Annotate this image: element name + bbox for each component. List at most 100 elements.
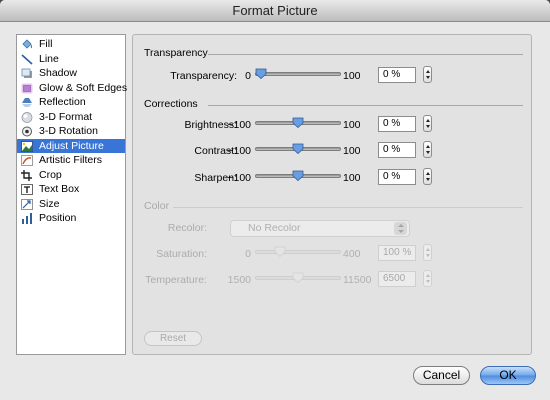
- sidebar-item-size[interactable]: Size: [17, 197, 125, 212]
- adjust-picture-icon: [21, 140, 33, 152]
- arrow-up-icon: [425, 274, 430, 277]
- contrast-stepper[interactable]: [423, 141, 432, 158]
- sidebar-item-label: Shadow: [39, 67, 77, 79]
- transparency-section-title: Transparency: [144, 47, 208, 59]
- paint-bucket-icon: [22, 39, 32, 49]
- arrow-up-icon: [425, 70, 430, 73]
- temperature-stepper[interactable]: [423, 270, 432, 287]
- ok-button[interactable]: OK: [480, 366, 536, 385]
- transparency-field[interactable]: 0 %: [378, 67, 416, 83]
- arrow-down-icon: [425, 76, 430, 79]
- cancel-button[interactable]: Cancel: [413, 366, 470, 385]
- sidebar-item-label: Adjust Picture: [39, 139, 104, 152]
- sidebar-item-label: Crop: [39, 168, 62, 181]
- arrow-down-icon: [425, 280, 430, 283]
- arrow-down-icon: [425, 178, 430, 181]
- sidebar-item-3d-format[interactable]: 3-D Format: [17, 110, 125, 125]
- contrast-max: 100: [343, 145, 361, 157]
- slider-thumb[interactable]: [292, 170, 304, 181]
- recolor-popup[interactable]: No Recolor: [230, 220, 410, 237]
- transparency-stepper[interactable]: [423, 66, 432, 83]
- sidebar-item-label: Fill: [39, 38, 53, 50]
- sidebar-item-label: Reflection: [39, 96, 86, 108]
- section-divider: [208, 105, 523, 106]
- transparency-max: 100: [343, 70, 361, 82]
- section-divider: [208, 54, 523, 55]
- 3d-rotation-icon: [22, 126, 32, 137]
- reflection-icon: [22, 98, 32, 107]
- sharpen-field[interactable]: 0 %: [378, 169, 416, 185]
- crop-icon: [21, 169, 32, 181]
- line-icon: [21, 53, 33, 65]
- sidebar-item-label: 3-D Rotation: [39, 125, 98, 137]
- section-divider: [173, 207, 523, 208]
- saturation-stepper[interactable]: [423, 244, 432, 261]
- slider-thumb[interactable]: [292, 272, 304, 283]
- contrast-min: −100: [227, 145, 251, 157]
- saturation-min: 0: [245, 248, 251, 260]
- arrow-up-icon: [425, 248, 430, 251]
- arrow-down-icon: [425, 254, 430, 257]
- text-box-icon: [21, 184, 33, 195]
- slider-thumb[interactable]: [255, 68, 267, 79]
- brightness-field[interactable]: 0 %: [378, 116, 416, 132]
- arrow-up-icon: [425, 172, 430, 175]
- sidebar-item-label: Size: [39, 197, 60, 210]
- sidebar-item-label: 3-D Format: [39, 110, 93, 123]
- 3d-format-icon: [21, 111, 33, 123]
- sharpen-stepper[interactable]: [423, 168, 432, 185]
- size-icon: [21, 198, 33, 210]
- sidebar-item-adjust-picture[interactable]: Adjust Picture: [17, 138, 125, 153]
- sidebar-item-label: Position: [39, 212, 77, 224]
- category-list: Fill Line Shadow Glow & Soft Edges Refle…: [16, 34, 128, 355]
- transparency-slider[interactable]: [255, 72, 341, 76]
- sidebar-item-glow-soft-edges[interactable]: Glow & Soft Edges: [17, 81, 128, 96]
- brightness-stepper[interactable]: [423, 115, 432, 132]
- transparency-min: 0: [245, 70, 251, 82]
- popup-arrows-icon: [394, 222, 407, 235]
- arrow-down-icon: [425, 125, 430, 128]
- saturation-field[interactable]: 100 %: [378, 245, 416, 261]
- recolor-value: No Recolor: [248, 222, 301, 234]
- glow-icon: [21, 83, 33, 93]
- slider-thumb[interactable]: [292, 117, 304, 128]
- color-section-title: Color: [144, 200, 170, 212]
- arrow-up-icon: [425, 119, 430, 122]
- arrow-up-icon: [425, 145, 430, 148]
- temperature-min: 1500: [227, 274, 251, 286]
- reset-button[interactable]: Reset: [144, 331, 202, 346]
- position-icon: [22, 213, 32, 224]
- sidebar-item-label: Glow & Soft Edges: [39, 81, 128, 94]
- sharpen-min: −100: [227, 172, 251, 184]
- artistic-filters-icon: [21, 155, 33, 166]
- sidebar-item-artistic-filters[interactable]: Artistic Filters: [17, 153, 125, 168]
- sidebar-item-crop[interactable]: Crop: [17, 168, 125, 183]
- shadow-icon: [21, 68, 32, 78]
- brightness-max: 100: [343, 119, 361, 131]
- sidebar-item-text-box[interactable]: Text Box: [17, 182, 125, 197]
- temperature-field[interactable]: 6500: [378, 271, 416, 287]
- saturation-slider[interactable]: [255, 250, 341, 254]
- window-title: Format Picture: [0, 0, 550, 22]
- saturation-label: Saturation:: [156, 248, 207, 260]
- sidebar-item-line[interactable]: Line: [17, 52, 125, 67]
- temperature-label: Temperature:: [145, 274, 207, 286]
- slider-thumb[interactable]: [274, 246, 286, 257]
- sidebar-item-fill[interactable]: Fill: [17, 37, 125, 52]
- arrow-down-icon: [425, 151, 430, 154]
- sidebar-item-label: Line: [39, 52, 59, 65]
- sidebar-item-shadow[interactable]: Shadow: [17, 66, 125, 81]
- format-picture-window: Format Picture Fill Line Shadow Glow & S…: [0, 0, 550, 400]
- sharpen-max: 100: [343, 172, 361, 184]
- brightness-min: −100: [227, 119, 251, 131]
- sidebar-item-label: Artistic Filters: [39, 154, 102, 166]
- sidebar-item-reflection[interactable]: Reflection: [17, 95, 125, 110]
- sidebar-item-3d-rotation[interactable]: 3-D Rotation: [17, 124, 125, 139]
- slider-thumb[interactable]: [292, 143, 304, 154]
- sidebar-item-label: Text Box: [39, 183, 80, 195]
- saturation-max: 400: [343, 248, 361, 260]
- temperature-max: 11500: [343, 274, 372, 286]
- recolor-label: Recolor:: [167, 222, 207, 234]
- contrast-field[interactable]: 0 %: [378, 142, 416, 158]
- corrections-section-title: Corrections: [144, 98, 198, 110]
